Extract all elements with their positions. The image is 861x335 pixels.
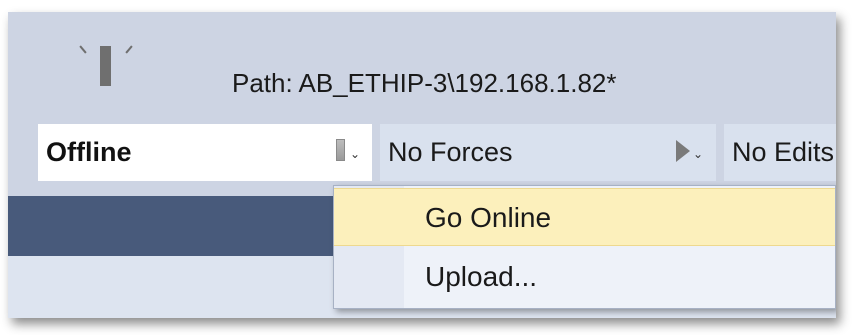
edits-label: No Edits xyxy=(732,137,835,167)
controller-mode-menu: Go Online Upload... xyxy=(333,185,836,309)
lamp-ray-right xyxy=(125,45,133,54)
upload-menu-item[interactable]: Upload... xyxy=(334,248,835,306)
status-row: Offline ⌄ No Forces ⌄ No Edits xyxy=(38,124,836,181)
controller-status-panel: Path: AB_ETHIP-3\192.168.1.82* Offline ⌄… xyxy=(8,12,836,318)
controller-mode-label: Offline xyxy=(46,137,132,167)
chevron-down-icon[interactable]: ⌄ xyxy=(350,147,360,161)
chevron-down-icon[interactable]: ⌄ xyxy=(693,147,703,161)
forces-label: No Forces xyxy=(388,137,513,167)
controller-mode-dropdown[interactable]: Offline ⌄ xyxy=(38,124,372,181)
forces-triangle-icon xyxy=(676,140,690,162)
edits-dropdown[interactable]: No Edits xyxy=(724,124,836,181)
controller-status-lamp-icon xyxy=(66,38,146,90)
lamp-bar xyxy=(100,46,111,86)
mode-indicator-icon xyxy=(336,139,345,161)
menu-item-label: Upload... xyxy=(425,261,538,292)
menu-item-label: Go Online xyxy=(425,202,552,233)
forces-dropdown[interactable]: No Forces ⌄ xyxy=(380,124,716,181)
go-online-menu-item[interactable]: Go Online xyxy=(334,188,835,246)
lamp-ray-left xyxy=(79,45,87,54)
communication-path: Path: AB_ETHIP-3\192.168.1.82* xyxy=(232,68,617,98)
